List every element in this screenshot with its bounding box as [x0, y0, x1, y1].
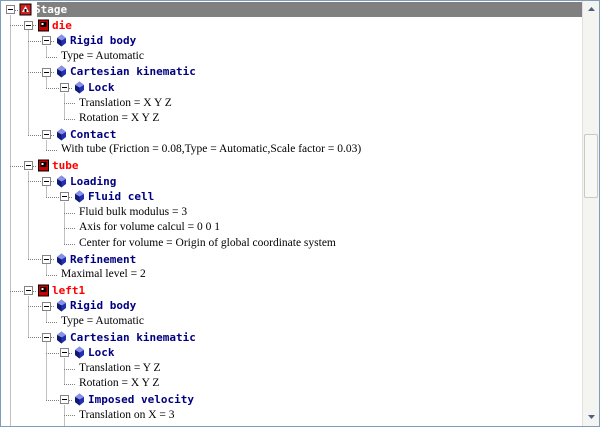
tree-window: Stage die Rigid body Type = Automatic Cartes… — [0, 0, 600, 427]
object-icon — [37, 284, 50, 299]
vertical-scrollbar[interactable] — [582, 1, 599, 426]
tree-leaf-row[interactable]: Type = Automatic — [1, 49, 583, 64]
collapse-toggle-icon[interactable] — [42, 130, 51, 140]
property-label: Translation = Y Z — [79, 361, 161, 374]
tree-node-row[interactable]: Refinement — [1, 252, 583, 267]
tree-node-row[interactable]: Rigid body — [1, 33, 583, 48]
collapse-toggle-icon[interactable] — [60, 192, 69, 202]
blue-gem-icon — [55, 253, 68, 268]
property-label: Type = Automatic — [61, 49, 144, 62]
object-icon — [37, 19, 50, 34]
tree-node-row[interactable]: die — [1, 18, 583, 33]
object-icon — [37, 159, 50, 174]
property-label: Translation = X Y Z — [79, 96, 172, 109]
tree-leaf-row[interactable]: Type = Automatic — [1, 314, 583, 329]
collapse-toggle-icon[interactable] — [60, 395, 69, 405]
property-label: Axis for volume calcul = 0 0 1 — [79, 221, 220, 234]
tree-node-row[interactable]: Rigid body — [1, 298, 583, 313]
blue-gem-icon — [55, 65, 68, 80]
property-label: Type = Automatic — [61, 315, 144, 327]
tree-node-row[interactable]: Lock — [1, 80, 583, 95]
stage-icon — [19, 3, 32, 18]
scroll-down-arrow-icon — [587, 415, 595, 419]
collapse-toggle-icon[interactable] — [6, 5, 15, 15]
category-label: Rigid body — [70, 34, 137, 48]
collapse-toggle-icon[interactable] — [60, 348, 69, 358]
blue-gem-icon — [73, 190, 86, 205]
tree-root-row[interactable]: Stage — [1, 2, 583, 17]
tree-leaf-row[interactable]: Translation = Y Z — [1, 361, 583, 376]
category-label: Fluid cell — [88, 190, 155, 204]
tree-leaf-row[interactable]: Translation on X = 3 — [1, 408, 583, 423]
blue-gem-icon — [55, 331, 68, 346]
blue-gem-icon — [55, 128, 68, 143]
property-label: Center for volume = Origin of global coo… — [79, 237, 336, 249]
tree-leaf-row[interactable]: Axis for volume calcul = 0 0 1 — [1, 220, 583, 235]
collapse-toggle-icon[interactable] — [24, 286, 33, 296]
collapse-toggle-icon[interactable] — [42, 301, 51, 311]
tree-leaf-row[interactable]: Rotation = X Y Z — [1, 376, 583, 391]
category-label: Imposed velocity — [88, 393, 194, 406]
category-label: Rigid body — [70, 299, 137, 313]
scrollbar-thumb[interactable] — [584, 134, 598, 198]
category-label: Loading — [70, 174, 117, 188]
blue-gem-icon — [73, 81, 86, 96]
tree-leaf-row[interactable]: Center for volume = Origin of global coo… — [1, 236, 583, 251]
collapse-toggle-icon[interactable] — [42, 176, 51, 186]
tree-node-row[interactable]: Contact — [1, 127, 583, 142]
category-label: Lock — [88, 346, 115, 360]
category-label: Refinement — [70, 252, 137, 266]
category-label: Lock — [88, 81, 115, 94]
blue-gem-icon — [55, 299, 68, 314]
blue-gem-icon — [73, 346, 86, 361]
property-label: Maximal level = 2 — [61, 268, 146, 281]
object-label: left1 — [52, 283, 86, 297]
property-label: Fluid bulk modulus = 3 — [79, 205, 188, 218]
category-label: Cartesian kinematic — [70, 65, 196, 79]
collapse-toggle-icon[interactable] — [42, 332, 51, 342]
property-label: Rotation = X Y Z — [79, 377, 160, 390]
collapse-toggle-icon[interactable] — [24, 20, 33, 30]
scroll-up-arrow-icon — [587, 7, 595, 11]
collapse-toggle-icon[interactable] — [60, 83, 69, 93]
blue-gem-icon — [55, 175, 68, 190]
scroll-down-button[interactable] — [583, 409, 599, 425]
tree-view[interactable]: Stage die Rigid body Type = Automatic Cartes… — [1, 1, 583, 426]
object-label: tube — [52, 159, 79, 172]
collapse-toggle-icon[interactable] — [24, 161, 33, 171]
collapse-toggle-icon[interactable] — [42, 254, 51, 264]
blue-gem-icon — [55, 34, 68, 49]
tree-leaf-row[interactable]: Translation = X Y Z — [1, 96, 583, 111]
tree-node-row[interactable]: Cartesian kinematic — [1, 330, 583, 345]
tree-node-row[interactable]: Fluid cell — [1, 189, 583, 204]
category-label: Cartesian kinematic — [70, 330, 196, 344]
property-label: With tube (Friction = 0.08,Type = Automa… — [61, 143, 362, 156]
tree-leaf-row[interactable]: With tube (Friction = 0.08,Type = Automa… — [1, 142, 583, 157]
root-label: Stage — [34, 3, 68, 16]
tree-node-row[interactable]: Imposed velocity — [1, 392, 583, 407]
tree-leaf-row[interactable]: Maximal level = 2 — [1, 267, 583, 282]
tree-node-row[interactable]: tube — [1, 158, 583, 173]
tree-node-row[interactable]: Cartesian kinematic — [1, 64, 583, 79]
blue-gem-icon — [73, 393, 86, 408]
tree-leaf-row[interactable]: Rotation = X Y Z — [1, 111, 583, 126]
tree-node-row[interactable]: Loading — [1, 174, 583, 189]
property-label: Translation on X = 3 — [79, 408, 175, 421]
collapse-toggle-icon[interactable] — [42, 67, 51, 77]
collapse-toggle-icon[interactable] — [42, 36, 51, 46]
object-label: die — [52, 18, 72, 32]
tree-leaf-row[interactable]: Fluid bulk modulus = 3 — [1, 205, 583, 220]
category-label: Contact — [70, 127, 117, 141]
tree-node-row[interactable]: left1 — [1, 283, 583, 298]
tree-node-row[interactable]: Lock — [1, 345, 583, 360]
scroll-up-button[interactable] — [583, 1, 599, 17]
property-label: Rotation = X Y Z — [79, 112, 160, 125]
